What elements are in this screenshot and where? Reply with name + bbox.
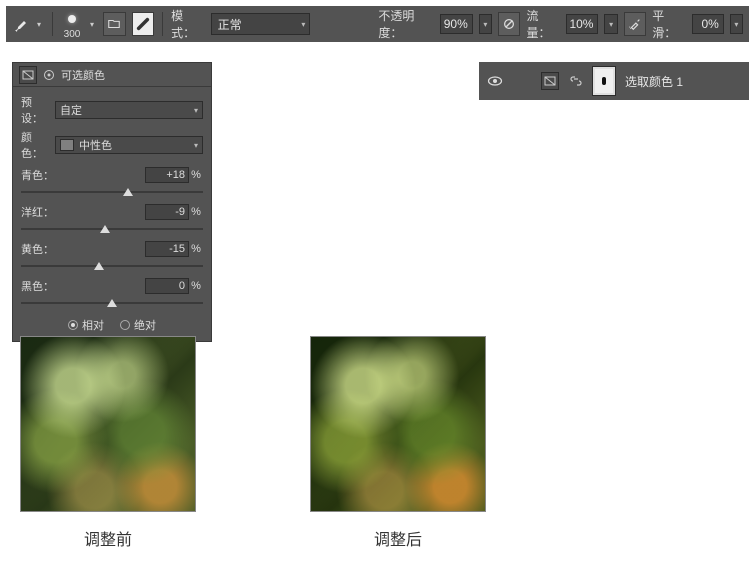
pressure-opacity-button[interactable]: [498, 12, 521, 36]
slider-name: 洋红：: [21, 204, 57, 220]
before-caption: 调整前: [20, 526, 196, 550]
selective-color-icon: [544, 75, 556, 87]
slider-value-input[interactable]: -9: [145, 204, 189, 220]
divider: [52, 12, 53, 36]
color-swatch: [60, 139, 74, 151]
slider-track[interactable]: [21, 186, 203, 198]
chevron-down-icon: ▾: [194, 141, 198, 150]
brush-icon: [12, 15, 30, 33]
percent-label: %: [189, 280, 203, 292]
method-relative-radio[interactable]: 相对: [68, 317, 104, 333]
flow-label: 流量：: [526, 7, 560, 41]
preset-value: 自定: [60, 102, 82, 118]
flow-stepper[interactable]: ▾: [604, 14, 617, 34]
slider-track[interactable]: [21, 223, 203, 235]
brush-preset-picker[interactable]: 300 ▾: [61, 9, 97, 40]
colors-value: 中性色: [79, 137, 112, 153]
before-block: 调整前: [20, 336, 196, 550]
smoothing-stepper[interactable]: ▾: [730, 14, 743, 34]
percent-label: %: [189, 206, 203, 218]
method-relative-label: 相对: [82, 317, 104, 333]
preset-dropdown[interactable]: 自定 ▾: [55, 101, 203, 119]
blend-mode-dropdown[interactable]: 正常 ▾: [211, 13, 311, 35]
percent-label: %: [189, 169, 203, 181]
comparison-images: 调整前 调整后: [20, 336, 486, 550]
chevron-down-icon: ▾: [87, 17, 97, 31]
method-absolute-radio[interactable]: 绝对: [120, 317, 156, 333]
slider-name: 青色：: [21, 167, 57, 183]
flow-value[interactable]: 10%: [566, 14, 598, 34]
slider-value-input[interactable]: +18: [145, 167, 189, 183]
visibility-icon[interactable]: [487, 73, 503, 89]
slider-name: 黑色：: [21, 278, 57, 294]
opacity-stepper[interactable]: ▾: [479, 14, 492, 34]
opacity-label: 不透明度：: [378, 7, 434, 41]
layer-name[interactable]: 选取颜色 1: [625, 73, 683, 90]
link-icon: [569, 74, 583, 88]
preset-label: 预设：: [21, 94, 51, 126]
airbrush-button[interactable]: [624, 12, 647, 36]
slider-name: 黄色：: [21, 241, 57, 257]
radio-dot-icon: [68, 320, 78, 330]
slider-track[interactable]: [21, 260, 203, 272]
percent-label: %: [189, 243, 203, 255]
adjustment-layer-icon: [541, 72, 559, 90]
chevron-down-icon: ▾: [194, 106, 198, 115]
before-image: [20, 336, 196, 512]
selective-color-icon-small: [19, 66, 37, 84]
panel-header: 可选颜色: [13, 63, 211, 87]
blend-mode-value: 正常: [218, 16, 242, 33]
slider-thumb[interactable]: [100, 225, 110, 233]
brush-stroke-icon: [136, 17, 150, 31]
slider-row: 青色： +18%: [21, 167, 203, 198]
opacity-value[interactable]: 90%: [440, 14, 472, 34]
selective-color-panel: 可选颜色 预设： 自定 ▾ 颜色： 中性色 ▾ 青色：+18%洋红：-9%黄色：…: [12, 62, 212, 342]
layer-mask-thumbnail[interactable]: [593, 67, 615, 95]
brush-size-value: 300: [61, 29, 83, 40]
brush-panel-button[interactable]: [132, 12, 155, 36]
brush-settings-button[interactable]: [103, 12, 126, 36]
slider-value-input[interactable]: -15: [145, 241, 189, 257]
airbrush-icon: [628, 17, 642, 31]
reset-icon[interactable]: [43, 69, 55, 81]
slider-track[interactable]: [21, 297, 203, 309]
slider-thumb[interactable]: [107, 299, 117, 307]
colors-label: 颜色：: [21, 129, 51, 161]
tool-indicator[interactable]: ▾: [12, 15, 44, 33]
slider-row: 黄色： -15%: [21, 241, 203, 272]
brush-tip-preview: [62, 9, 82, 29]
options-bar: ▾ 300 ▾ 模式： 正常 ▾ 不透明度： 90% ▾ 流量： 10% ▾ 平…: [6, 6, 749, 42]
slider-value-input[interactable]: 0: [145, 278, 189, 294]
pressure-opacity-icon: [502, 17, 516, 31]
chevron-down-icon: ▾: [301, 20, 305, 29]
after-caption: 调整后: [310, 526, 486, 550]
folder-icon: [107, 17, 121, 31]
chevron-down-icon: ▾: [34, 17, 44, 31]
method-radios: 相对 绝对: [21, 317, 203, 333]
smoothing-label: 平滑：: [652, 7, 686, 41]
mode-label: 模式：: [171, 7, 205, 41]
panel-title: 可选颜色: [61, 67, 105, 83]
after-block: 调整后: [310, 336, 486, 550]
slider-row: 洋红： -9%: [21, 204, 203, 235]
method-absolute-label: 绝对: [134, 317, 156, 333]
smoothing-value[interactable]: 0%: [692, 14, 724, 34]
layer-row[interactable]: 选取颜色 1: [479, 62, 749, 100]
colors-dropdown[interactable]: 中性色 ▾: [55, 136, 203, 154]
slider-thumb[interactable]: [123, 188, 133, 196]
after-image: [310, 336, 486, 512]
slider-thumb[interactable]: [94, 262, 104, 270]
slider-row: 黑色： 0%: [21, 278, 203, 309]
divider: [162, 12, 163, 36]
radio-dot-icon: [120, 320, 130, 330]
